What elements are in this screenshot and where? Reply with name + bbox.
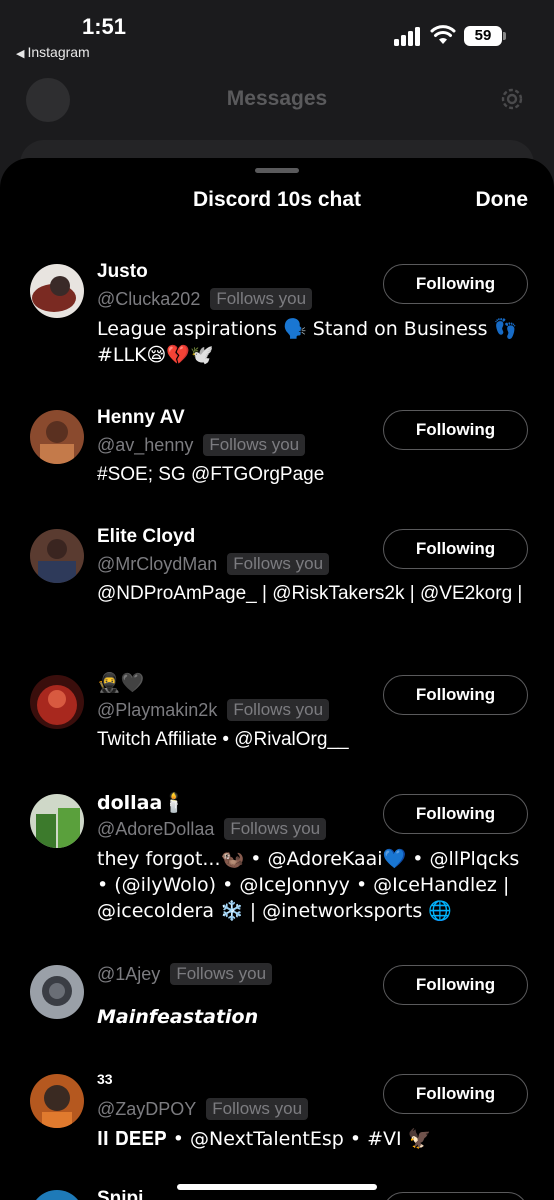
avatar-image: [30, 1074, 84, 1128]
battery-indicator: 59: [464, 26, 502, 46]
avatar[interactable]: [30, 794, 84, 848]
follows-you-badge: Follows you: [224, 818, 327, 840]
handle-line: @av_henny Follows you: [97, 434, 306, 456]
handle-line: @Playmakin2k Follows you: [97, 699, 330, 721]
member-name: Elite Cloyd: [97, 526, 196, 547]
avatar-image: [30, 794, 84, 848]
members-sheet: Discord 10s chat Done Justo @Clucka202 F…: [0, 158, 554, 1200]
member-name: Henny AV: [97, 407, 185, 428]
back-app-label: Instagram: [27, 44, 90, 60]
handle-line: @AdoreDollaa Follows you: [97, 818, 327, 840]
follows-you-badge: Follows you: [227, 553, 330, 575]
following-button[interactable]: [383, 1192, 528, 1200]
sheet-grabber[interactable]: [255, 168, 299, 173]
avatar[interactable]: [30, 1190, 84, 1200]
member-bio: League aspirations 🗣️ Stand on Business …: [97, 318, 518, 366]
member-bio: @NDProAmPage_ | @RiskTakers2k | @VE2korg…: [97, 583, 523, 604]
follows-you-badge: Follows you: [210, 288, 313, 310]
member-handle: @1Ajey: [97, 963, 161, 984]
avatar[interactable]: [30, 529, 84, 583]
member-name: 33: [97, 1071, 113, 1087]
member-handle: @Clucka202: [97, 288, 201, 309]
member-bio: Twitch Affiliate • @RivalOrg__: [97, 729, 349, 750]
member-handle: @ZayDPOY: [97, 1098, 197, 1119]
member-handle: @av_henny: [97, 434, 194, 455]
member-name: dollaa🕯️: [97, 792, 186, 814]
member-name: Snipi: [97, 1188, 144, 1200]
avatar-image: [30, 1190, 84, 1200]
avatar[interactable]: [30, 965, 84, 1019]
following-button[interactable]: Following: [383, 264, 528, 304]
sheet-title: Discord 10s chat: [192, 188, 362, 211]
handle-line: @ZayDPOY Follows you: [97, 1098, 309, 1120]
following-button[interactable]: Following: [383, 1074, 528, 1114]
avatar[interactable]: [30, 264, 84, 318]
status-bar: 1:51 ◀ Instagram 59: [0, 0, 554, 70]
wifi-icon: [430, 25, 456, 44]
back-triangle-icon: ◀: [16, 48, 25, 60]
avatar[interactable]: [30, 675, 84, 729]
member-bio: 𝐈𝐈 𝐃𝐄𝐄𝐏 • @NextTalentEsp • #VI 🦅: [97, 1128, 432, 1150]
back-to-app-link[interactable]: ◀ Instagram: [16, 44, 90, 60]
following-button[interactable]: Following: [383, 410, 528, 450]
follows-you-badge: Follows you: [206, 1098, 309, 1120]
member-name: Justo: [97, 261, 148, 282]
follows-you-badge: Follows you: [170, 963, 273, 985]
home-indicator[interactable]: [177, 1184, 377, 1190]
cellular-signal-icon: [394, 26, 424, 46]
member-bio: #SOE; SG @FTGOrgPage: [97, 464, 325, 485]
member-handle: @MrCloydMan: [97, 553, 218, 574]
handle-line: @1Ajey Follows you: [97, 963, 273, 985]
following-button[interactable]: Following: [383, 794, 528, 834]
member-name: 🥷🖤: [97, 672, 145, 694]
avatar[interactable]: [30, 410, 84, 464]
following-button[interactable]: Following: [383, 529, 528, 569]
avatar[interactable]: [30, 1074, 84, 1128]
member-bio: 𝙈𝙖𝙞𝙣𝙛𝙚𝙖𝙨𝙩𝙖𝙩𝙞𝙤𝙣: [97, 1007, 259, 1028]
status-time: 1:51: [82, 14, 127, 39]
avatar-image: [30, 675, 84, 729]
member-handle: @Playmakin2k: [97, 699, 218, 720]
handle-line: @MrCloydMan Follows you: [97, 553, 330, 575]
follows-you-badge: Follows you: [203, 434, 306, 456]
avatar-image: [30, 529, 84, 583]
following-button[interactable]: Following: [383, 675, 528, 715]
follows-you-badge: Follows you: [227, 699, 330, 721]
member-bio: they forgot...🦦 • @AdoreKaai💙 • @llPlqck…: [97, 848, 520, 922]
settings-gear-icon: [501, 88, 523, 110]
done-button[interactable]: Done: [476, 188, 529, 212]
member-handle: @AdoreDollaa: [97, 818, 215, 839]
avatar-image: [30, 410, 84, 464]
avatar-image: [30, 264, 84, 318]
following-button[interactable]: Following: [383, 965, 528, 1005]
avatar-image: [30, 965, 84, 1019]
handle-line: @Clucka202 Follows you: [97, 288, 313, 310]
battery-tip: [503, 32, 506, 40]
messages-title: Messages: [226, 87, 328, 110]
